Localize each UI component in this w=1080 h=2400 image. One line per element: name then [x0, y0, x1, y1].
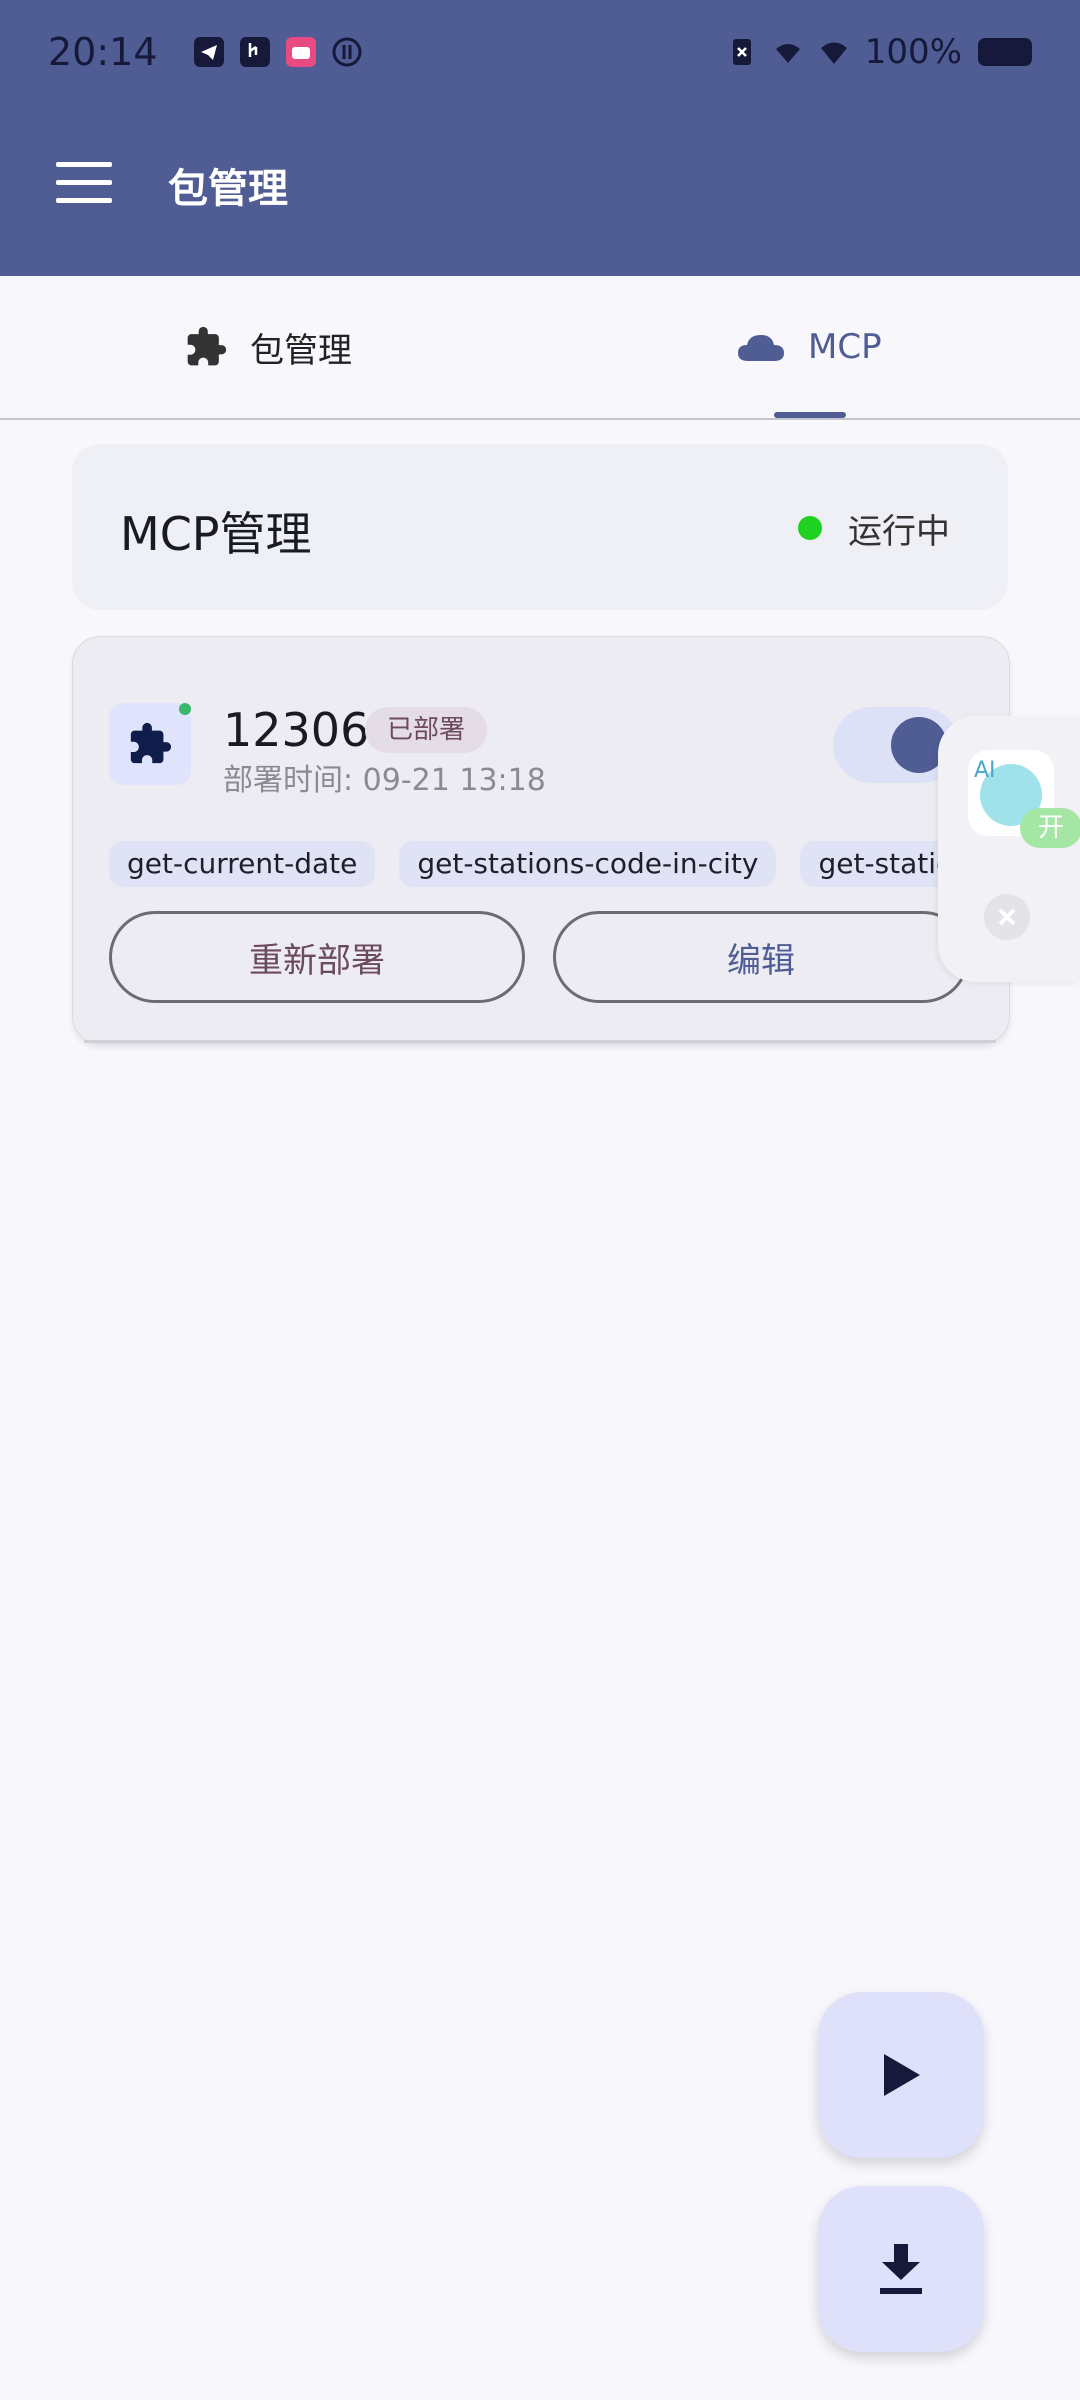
- run-fab[interactable]: [818, 1992, 984, 2158]
- wifi-icon: [819, 37, 849, 67]
- puzzle-icon: [130, 722, 172, 764]
- tab-mcp[interactable]: MCP: [736, 276, 882, 418]
- puzzle-icon: [187, 326, 227, 366]
- ai-label: AI: [974, 758, 996, 783]
- download-fab[interactable]: [818, 2186, 984, 2352]
- redeploy-button[interactable]: 重新部署: [109, 911, 525, 1003]
- mobile-data-icon: [773, 37, 803, 67]
- deployed-badge: 已部署: [365, 707, 488, 753]
- toolbar: 包管理: [0, 104, 1080, 276]
- download-icon: [880, 2244, 922, 2294]
- assistant-state-badge: 开: [1020, 808, 1080, 848]
- no-sim-icon: [727, 37, 757, 67]
- active-indicator: [179, 703, 191, 715]
- status-bar: 20:14 100%: [0, 0, 1080, 104]
- battery-icon: [978, 38, 1032, 66]
- tab-label: MCP: [808, 327, 882, 367]
- floating-assistant: AI 开: [938, 716, 1080, 982]
- menu-icon[interactable]: [56, 162, 112, 203]
- edit-button[interactable]: 编辑: [553, 911, 969, 1003]
- cloud-icon: [738, 335, 784, 361]
- status-text: 运行中: [848, 512, 950, 552]
- tool-chip: get-current-date: [109, 841, 376, 887]
- status-dot: [798, 516, 822, 540]
- tab-bar: 包管理 MCP: [0, 276, 1080, 420]
- status-time: 20:14: [48, 30, 158, 74]
- tool-chip: get-stations-code-in-city: [399, 841, 777, 887]
- deploy-time: 部署时间: 09-21 13:18: [223, 763, 546, 798]
- tab-indicator: [774, 412, 846, 418]
- page-title: 包管理: [168, 166, 288, 212]
- mcp-title: MCP管理: [120, 507, 312, 561]
- usb-debug-icon: [239, 37, 270, 67]
- divider: [84, 1040, 996, 1043]
- app-bar: 20:14 100% 包管理: [0, 0, 1080, 276]
- tab-label: 包管理: [250, 330, 352, 371]
- battery-percent: 100%: [864, 32, 962, 72]
- tab-package-management[interactable]: 包管理: [184, 276, 352, 418]
- bilibili-icon: [285, 37, 316, 67]
- play-icon: [884, 2054, 920, 2096]
- package-card: 12306 已部署 部署时间: 09-21 13:18 get-current-…: [72, 636, 1010, 1044]
- mcp-header-card: MCP管理 运行中: [72, 444, 1008, 610]
- telegram-icon: [193, 37, 224, 67]
- close-icon[interactable]: [984, 894, 1030, 940]
- game-icon: [332, 37, 362, 67]
- package-icon: [109, 703, 191, 785]
- package-name: 12306: [223, 703, 370, 757]
- tool-chips: get-current-date get-stations-code-in-cit…: [109, 841, 973, 887]
